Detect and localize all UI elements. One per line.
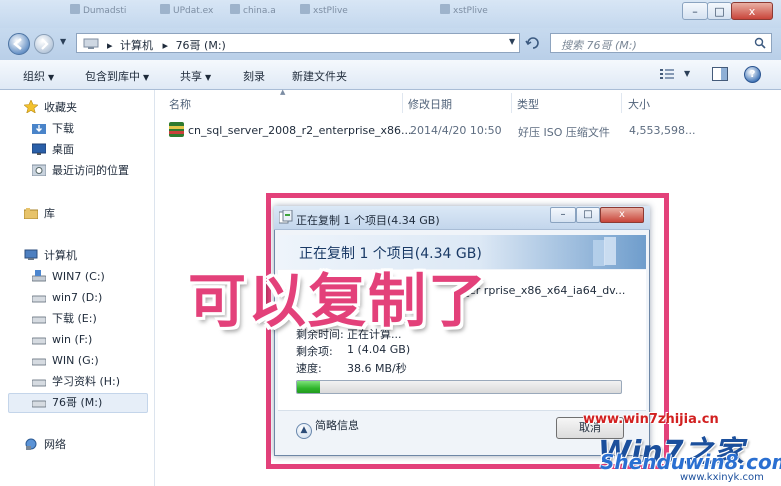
sidebar-drive[interactable]: win (F:) (31, 331, 92, 349)
column-divider[interactable] (402, 93, 403, 113)
recent-pages-dropdown[interactable]: ▼ (60, 37, 66, 46)
background-tab: Dumadsti (70, 4, 126, 18)
drive-icon (31, 291, 47, 303)
breadcrumb-computer[interactable]: 计算机 (120, 39, 153, 52)
copy-icon (279, 210, 293, 224)
view-options-button[interactable] (660, 68, 674, 83)
star-icon (23, 99, 39, 114)
copy-progress-bar (296, 380, 622, 394)
downloads-folder-icon (32, 122, 46, 134)
drive-icon (31, 312, 47, 324)
background-tab: xstPlive (440, 4, 488, 18)
drive-icon (31, 396, 47, 408)
sidebar-computer[interactable]: 计算机 (24, 247, 77, 265)
address-dropdown-button[interactable]: ▼ (509, 37, 515, 46)
sidebar-favorites[interactable]: 收藏夹 (23, 99, 77, 117)
drive-icon (31, 333, 47, 345)
close-button[interactable]: x (731, 2, 773, 20)
dialog-maximize-button[interactable]: □ (576, 207, 600, 223)
forward-button[interactable] (34, 34, 54, 54)
new-folder-button[interactable]: 新建文件夹 (292, 68, 347, 84)
sidebar-drive[interactable]: 学习资料 (H:) (31, 373, 120, 391)
file-modified: 2014/4/20 10:50 (410, 124, 502, 137)
network-icon (24, 438, 38, 450)
library-icon (23, 207, 39, 220)
column-header-name[interactable]: 名称 (169, 96, 191, 112)
sidebar-network[interactable]: 网络 (24, 436, 66, 454)
back-button[interactable] (8, 33, 30, 55)
sidebar-drive-selected[interactable]: 76哥 (M:) (31, 394, 102, 412)
breadcrumb-separator: ▸ (162, 39, 169, 52)
speed-label: 速度: (296, 362, 322, 375)
desktop-icon (31, 143, 47, 155)
background-tab: UPdat.ex (160, 4, 213, 18)
sidebar-item-recent-places[interactable]: 最近访问的位置 (31, 162, 129, 180)
watermark-url-secondary: www.kxinyk.com (680, 472, 764, 483)
sidebar-drive[interactable]: WIN (G:) (31, 352, 99, 370)
file-size: 4,553,598... (629, 124, 696, 137)
computer-icon (24, 249, 38, 261)
sort-indicator-icon: ▲ (280, 88, 286, 96)
system-drive-icon (31, 270, 47, 282)
document-stack-icon (593, 237, 616, 266)
background-tab: china.a (230, 4, 276, 18)
recent-places-icon (31, 164, 47, 177)
progress-fill (297, 381, 320, 393)
view-dropdown[interactable]: ▼ (684, 69, 690, 78)
fewer-details-button[interactable]: ▲ 简略信息 (296, 417, 359, 439)
preview-pane-button[interactable] (712, 67, 728, 84)
drive-icon (31, 375, 47, 387)
refresh-button[interactable] (524, 35, 544, 53)
drive-icon (31, 354, 47, 366)
minimize-button[interactable]: – (682, 2, 708, 20)
column-header-type[interactable]: 类型 (517, 96, 539, 112)
arrow-right-icon (41, 38, 49, 50)
arrow-left-icon (13, 38, 22, 50)
share-menu[interactable]: 共享 ▼ (180, 68, 211, 84)
file-type: 好压 ISO 压缩文件 (518, 126, 610, 139)
preview-pane-icon (712, 67, 728, 81)
organize-menu[interactable]: 组织 ▼ (23, 68, 54, 84)
search-icon[interactable] (754, 37, 766, 49)
search-box[interactable]: 搜索 76哥 (M:) (550, 33, 772, 53)
column-header-modified[interactable]: 修改日期 (408, 96, 452, 112)
breadcrumb-drive[interactable]: 76哥 (M:) (176, 39, 226, 52)
search-input[interactable]: 搜索 76哥 (M:) (561, 37, 637, 53)
breadcrumb: ▸ 计算机 ▸ 76哥 (M:) (107, 37, 226, 53)
dialog-close-button[interactable]: x (600, 207, 644, 223)
chevron-up-icon: ▲ (296, 423, 312, 439)
address-bar[interactable]: ▸ 计算机 ▸ 76哥 (M:) ▼ (76, 33, 520, 53)
sidebar-drive[interactable]: win7 (D:) (31, 289, 102, 307)
column-divider[interactable] (511, 93, 512, 113)
maximize-button[interactable]: □ (707, 2, 732, 20)
sidebar-item-downloads[interactable]: 下载 (32, 120, 74, 138)
sidebar-drive[interactable]: 下载 (E:) (31, 310, 97, 328)
column-divider[interactable] (621, 93, 622, 113)
file-name[interactable]: cn_sql_server_2008_r2_enterprise_x86... (188, 124, 412, 137)
background-tab: xstPlive (300, 4, 348, 18)
sidebar-libraries[interactable]: 库 (23, 205, 55, 223)
watermark-url: www.win7zhijia.cn (583, 412, 719, 427)
include-in-library-menu[interactable]: 包含到库中 ▼ (85, 68, 149, 84)
dialog-title: 正在复制 1 个项目(4.34 GB) (296, 214, 440, 227)
iso-archive-icon (169, 122, 184, 137)
breadcrumb-separator: ▸ (107, 39, 113, 52)
sidebar-drive[interactable]: WIN7 (C:) (31, 268, 105, 286)
items-remaining-value: 1 (4.04 GB) (347, 343, 411, 356)
computer-icon (83, 38, 99, 49)
refresh-icon (525, 37, 539, 49)
items-remaining-label: 剩余项: (296, 345, 333, 358)
annotation-caption: 可以复制了 (188, 267, 489, 335)
navigation-pane (0, 90, 155, 486)
watermark-site: Shenduwin8.com (600, 450, 781, 474)
view-options-icon (660, 69, 674, 79)
column-header-size[interactable]: 大小 (628, 96, 650, 112)
burn-button[interactable]: 刻录 (243, 68, 265, 84)
speed-value: 38.6 MB/秒 (347, 362, 407, 375)
dialog-minimize-button[interactable]: – (550, 207, 576, 223)
sidebar-item-desktop[interactable]: 桌面 (31, 141, 74, 159)
help-button[interactable]: ? (744, 66, 761, 83)
